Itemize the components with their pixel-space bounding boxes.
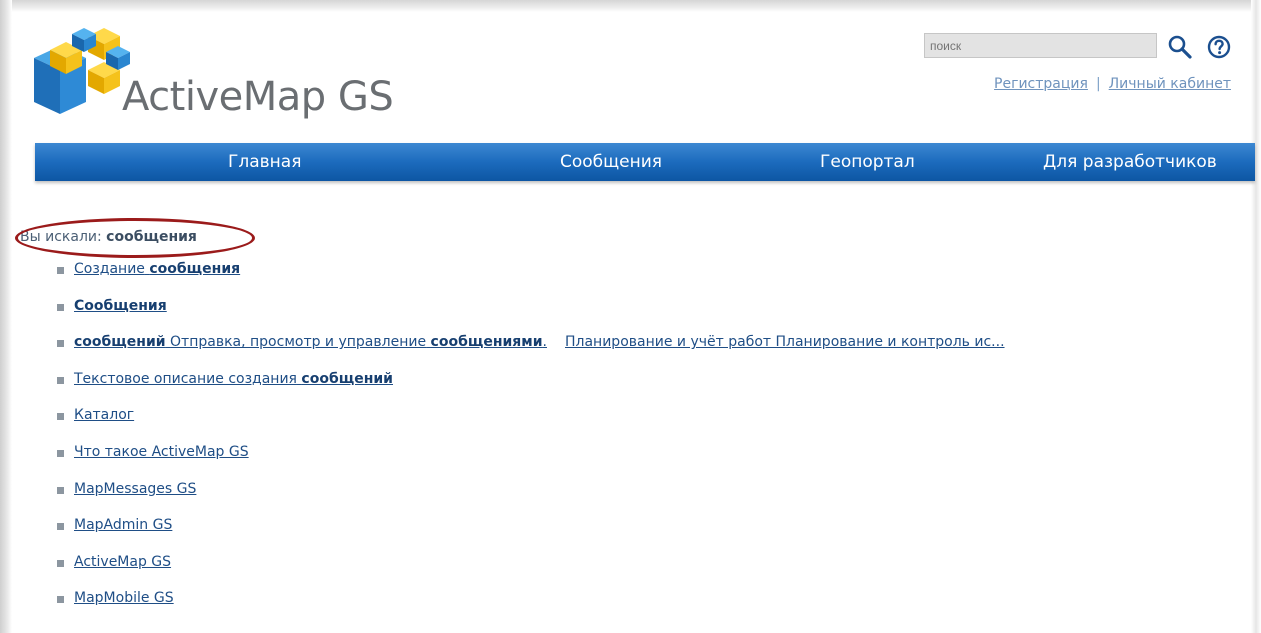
- nav-item-geoportal[interactable]: Геопортал: [820, 143, 915, 181]
- window-frame-left: [0, 0, 12, 633]
- result-link[interactable]: Текстовое описание создания сообщений: [74, 371, 393, 387]
- result-link[interactable]: MapMessages GS: [74, 481, 196, 497]
- list-bullet: [57, 486, 64, 494]
- result-link[interactable]: Каталог: [74, 407, 134, 423]
- account-separator: |: [1095, 76, 1101, 92]
- result-link[interactable]: сообщений Отправка, просмотр и управлени…: [74, 334, 1005, 350]
- list-bullet: [57, 376, 64, 384]
- result-link[interactable]: ActiveMap GS: [74, 554, 171, 570]
- list-bullet: [57, 523, 64, 531]
- result-link[interactable]: Создание сообщения: [74, 261, 240, 277]
- result-link[interactable]: MapMobile GS: [74, 590, 174, 606]
- window-frame-top: [0, 0, 1261, 12]
- list-bullet: [57, 340, 64, 348]
- brand-name: ActiveMap GS: [122, 74, 394, 120]
- window-frame-right: [1251, 0, 1261, 633]
- brand-logo[interactable]: ActiveMap GS: [30, 26, 410, 126]
- result-link[interactable]: MapAdmin GS: [74, 517, 172, 533]
- list-bullet: [57, 413, 64, 421]
- list-bullet: [57, 596, 64, 604]
- search-icon[interactable]: [1167, 34, 1193, 60]
- nav-item-home[interactable]: Главная: [228, 143, 301, 181]
- result-link[interactable]: Что такое ActiveMap GS: [74, 444, 249, 460]
- result-link[interactable]: Сообщения: [74, 298, 167, 314]
- list-bullet: [57, 449, 64, 457]
- register-link[interactable]: Регистрация: [994, 76, 1088, 92]
- search-input[interactable]: [924, 33, 1157, 58]
- question-circle-icon[interactable]: [1207, 35, 1231, 59]
- list-bullet: [57, 303, 64, 311]
- highlight-oval: [15, 218, 255, 258]
- nav-item-developers[interactable]: Для разработчиков: [1043, 143, 1217, 181]
- nav-item-messages[interactable]: Сообщения: [560, 143, 662, 181]
- account-links: Регистрация | Личный кабинет: [994, 76, 1231, 92]
- list-bullet: [57, 559, 64, 567]
- main-navbar: Главная Сообщения Геопортал Для разработ…: [35, 143, 1255, 181]
- cabinet-link[interactable]: Личный кабинет: [1109, 76, 1231, 92]
- list-bullet: [57, 267, 64, 274]
